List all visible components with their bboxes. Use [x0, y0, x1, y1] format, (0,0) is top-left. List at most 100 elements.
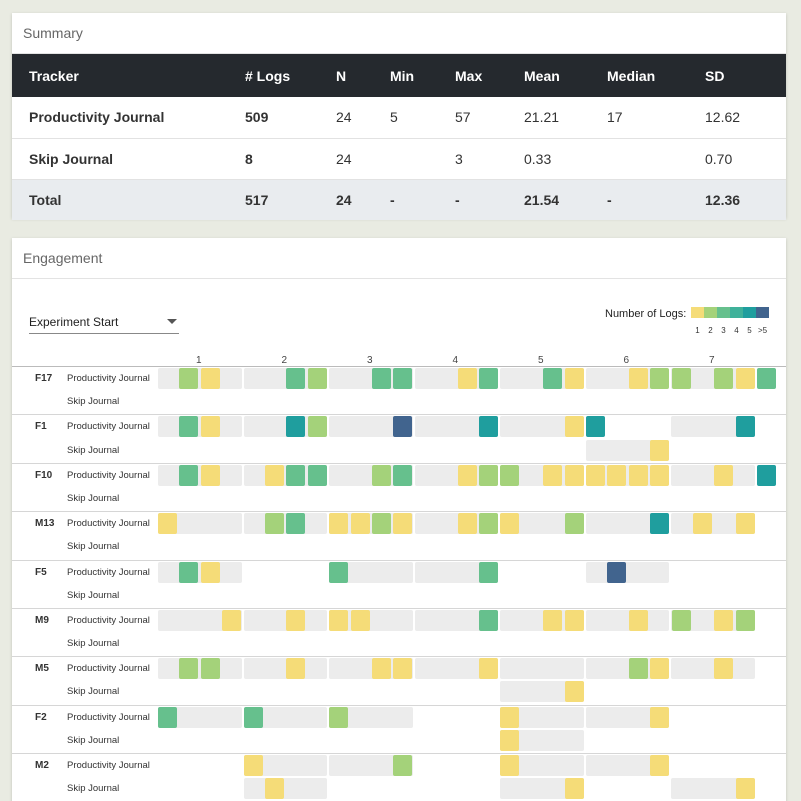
log-cell[interactable]: [179, 368, 199, 389]
log-cell[interactable]: [329, 513, 349, 535]
log-cell[interactable]: [628, 368, 648, 389]
log-cell[interactable]: [393, 416, 413, 438]
col-header-median[interactable]: Median: [607, 54, 705, 97]
log-cell[interactable]: [286, 416, 306, 438]
log-cell[interactable]: [286, 513, 306, 535]
log-cell[interactable]: [479, 658, 498, 680]
log-cell[interactable]: [265, 513, 284, 535]
log-cell[interactable]: [393, 464, 413, 486]
log-cell[interactable]: [200, 658, 220, 680]
log-cell[interactable]: [500, 513, 520, 535]
log-cell[interactable]: [179, 561, 199, 583]
log-cell[interactable]: [757, 368, 777, 389]
log-cell[interactable]: [735, 416, 755, 438]
log-cell[interactable]: [735, 513, 755, 535]
log-cell[interactable]: [564, 681, 584, 703]
log-cell[interactable]: [158, 513, 177, 535]
log-cell[interactable]: [671, 609, 691, 631]
log-cell[interactable]: [650, 464, 670, 486]
log-cell[interactable]: [329, 561, 349, 583]
log-cell[interactable]: [457, 513, 477, 535]
log-cell[interactable]: [735, 368, 755, 389]
log-cell[interactable]: [329, 706, 349, 728]
log-cell[interactable]: [628, 464, 648, 486]
log-cell[interactable]: [286, 609, 306, 631]
log-cell[interactable]: [372, 513, 391, 535]
log-cell[interactable]: [543, 368, 563, 389]
log-cell[interactable]: [650, 513, 670, 535]
log-cell[interactable]: [564, 609, 584, 631]
log-cell[interactable]: [457, 368, 477, 389]
log-cell[interactable]: [286, 658, 306, 680]
log-cell[interactable]: [714, 609, 734, 631]
log-cell[interactable]: [586, 464, 605, 486]
col-header-n[interactable]: N: [336, 54, 390, 97]
log-cell[interactable]: [393, 368, 413, 389]
log-cell[interactable]: [714, 368, 734, 389]
log-cell[interactable]: [500, 706, 520, 728]
col-header-max[interactable]: Max: [455, 54, 524, 97]
log-cell[interactable]: [500, 464, 520, 486]
log-cell[interactable]: [350, 513, 370, 535]
log-cell[interactable]: [307, 368, 327, 389]
log-cell[interactable]: [243, 706, 263, 728]
log-cell[interactable]: [650, 439, 670, 461]
log-cell[interactable]: [179, 464, 199, 486]
log-cell[interactable]: [757, 464, 777, 486]
log-cell[interactable]: [650, 658, 670, 680]
log-cell[interactable]: [372, 464, 391, 486]
log-cell[interactable]: [693, 513, 712, 535]
log-cell[interactable]: [500, 755, 520, 776]
col-header-tracker[interactable]: Tracker: [12, 54, 245, 97]
log-cell[interactable]: [650, 368, 670, 389]
log-cell[interactable]: [479, 368, 498, 389]
log-cell[interactable]: [243, 755, 263, 776]
log-cell[interactable]: [543, 464, 563, 486]
log-cell[interactable]: [735, 609, 755, 631]
log-cell[interactable]: [200, 416, 220, 438]
log-cell[interactable]: [628, 658, 648, 680]
log-cell[interactable]: [286, 464, 306, 486]
log-cell[interactable]: [393, 755, 413, 776]
log-cell[interactable]: [479, 609, 498, 631]
log-cell[interactable]: [158, 706, 177, 728]
log-cell[interactable]: [307, 416, 327, 438]
col-header-logs[interactable]: # Logs: [245, 54, 336, 97]
log-cell[interactable]: [200, 464, 220, 486]
log-cell[interactable]: [179, 658, 199, 680]
log-cell[interactable]: [179, 416, 199, 438]
log-cell[interactable]: [200, 368, 220, 389]
log-cell[interactable]: [564, 778, 584, 800]
log-cell[interactable]: [457, 464, 477, 486]
log-cell[interactable]: [372, 658, 391, 680]
log-cell[interactable]: [479, 464, 498, 486]
col-header-sd[interactable]: SD: [705, 54, 786, 97]
log-cell[interactable]: [479, 416, 498, 438]
log-cell[interactable]: [564, 416, 584, 438]
log-cell[interactable]: [607, 464, 627, 486]
col-header-min[interactable]: Min: [390, 54, 455, 97]
log-cell[interactable]: [564, 513, 584, 535]
log-cell[interactable]: [586, 416, 605, 438]
log-cell[interactable]: [650, 755, 670, 776]
alignment-select[interactable]: Experiment Start: [29, 310, 179, 334]
log-cell[interactable]: [628, 609, 648, 631]
log-cell[interactable]: [714, 464, 734, 486]
log-cell[interactable]: [350, 609, 370, 631]
log-cell[interactable]: [200, 561, 220, 583]
col-header-mean[interactable]: Mean: [524, 54, 607, 97]
log-cell[interactable]: [714, 658, 734, 680]
log-cell[interactable]: [735, 778, 755, 800]
log-cell[interactable]: [372, 368, 391, 389]
log-cell[interactable]: [307, 464, 327, 486]
log-cell[interactable]: [650, 706, 670, 728]
log-cell[interactable]: [393, 658, 413, 680]
log-cell[interactable]: [543, 609, 563, 631]
log-cell[interactable]: [265, 778, 284, 800]
log-cell[interactable]: [564, 464, 584, 486]
log-cell[interactable]: [265, 464, 284, 486]
log-cell[interactable]: [500, 729, 520, 751]
log-cell[interactable]: [286, 368, 306, 389]
log-cell[interactable]: [222, 609, 242, 631]
log-cell[interactable]: [607, 561, 627, 583]
